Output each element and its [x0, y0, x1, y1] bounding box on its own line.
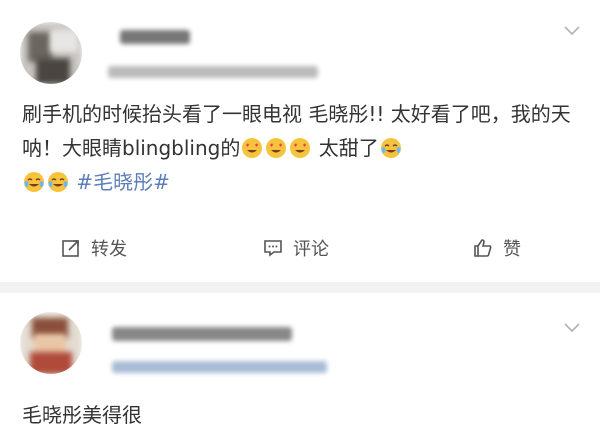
avatar[interactable]: [20, 312, 82, 374]
repost-icon: [60, 237, 82, 259]
tears-of-joy-emoji-icon: [23, 169, 45, 192]
like-label: 赞: [503, 239, 521, 260]
post-body-text-2: 太甜了: [318, 136, 379, 160]
topic-link[interactable]: #毛晓彤#: [76, 170, 170, 194]
heart-eyes-emoji-icon: [241, 135, 263, 158]
tears-of-joy-emoji-icon: [47, 169, 69, 192]
chevron-down-icon[interactable]: [564, 26, 580, 40]
heart-eyes-emoji-icon: [265, 135, 287, 158]
comment-text: 毛晓彤美得很: [22, 403, 142, 427]
chevron-down-icon[interactable]: [564, 323, 580, 337]
comment-icon: [262, 237, 284, 259]
avatar[interactable]: [20, 22, 82, 84]
repost-label: 转发: [91, 239, 127, 260]
comment-meta-blurred: [112, 361, 327, 373]
heart-eyes-emoji-icon: [289, 135, 311, 158]
post-card: 刷手机的时候抬头看了一眼电视 毛晓彤!! 太好看了吧，我的天呐！大眼睛bling…: [0, 0, 600, 282]
post-text: 刷手机的时候抬头看了一眼电视 毛晓彤!! 太好看了吧，我的天呐！大眼睛bling…: [22, 97, 582, 199]
comment-button[interactable]: 评论: [262, 228, 329, 268]
post-actions: 转发 评论 赞: [0, 228, 600, 268]
username-blurred[interactable]: [112, 327, 292, 341]
thumbs-up-icon: [472, 237, 494, 259]
username-blurred[interactable]: [120, 30, 190, 44]
tears-of-joy-emoji-icon: [380, 135, 402, 158]
repost-button[interactable]: 转发: [60, 228, 127, 268]
like-button[interactable]: 赞: [472, 228, 521, 268]
post-meta-blurred: [108, 66, 318, 78]
comment-label: 评论: [293, 239, 329, 260]
